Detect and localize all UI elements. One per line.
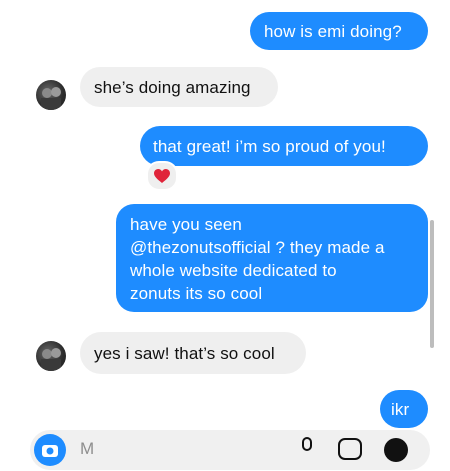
- incoming-message[interactable]: yes i saw! that’s so cool: [80, 332, 306, 374]
- microphone-icon[interactable]: [302, 437, 312, 451]
- message-text: yes i saw! that’s so cool: [94, 344, 275, 363]
- message-text: how is emi doing?: [264, 22, 402, 41]
- avatar-photo: [41, 87, 61, 110]
- message-text: ikr: [391, 400, 410, 419]
- sticker-icon[interactable]: [384, 438, 408, 462]
- message-line: have you seen: [130, 215, 242, 234]
- heart-icon: [154, 168, 170, 183]
- message-text: she’s doing amazing: [94, 78, 251, 97]
- outgoing-message[interactable]: that great! i’m so proud of you!: [140, 126, 428, 166]
- reaction-badge[interactable]: [146, 161, 178, 191]
- outgoing-message[interactable]: ikr: [380, 390, 428, 428]
- incoming-message[interactable]: she’s doing amazing: [80, 67, 278, 107]
- scrollbar[interactable]: [430, 220, 434, 348]
- avatar-photo: [41, 348, 61, 371]
- avatar[interactable]: [36, 341, 66, 371]
- message-text: that great! i’m so proud of you!: [153, 137, 386, 156]
- message-composer[interactable]: M: [30, 430, 430, 470]
- avatar[interactable]: [36, 80, 66, 110]
- message-line: whole website dedicated to: [130, 261, 337, 280]
- camera-icon: [42, 445, 58, 457]
- outgoing-message[interactable]: how is emi doing?: [250, 12, 428, 50]
- camera-button[interactable]: [34, 434, 66, 466]
- message-input[interactable]: M: [80, 439, 94, 459]
- outgoing-message[interactable]: have you seen @thezonutsofficial ? they …: [116, 204, 428, 312]
- gallery-icon[interactable]: [338, 438, 362, 460]
- message-line: @thezonutsofficial ? they made a: [130, 238, 385, 257]
- message-line: zonuts its so cool: [130, 284, 263, 303]
